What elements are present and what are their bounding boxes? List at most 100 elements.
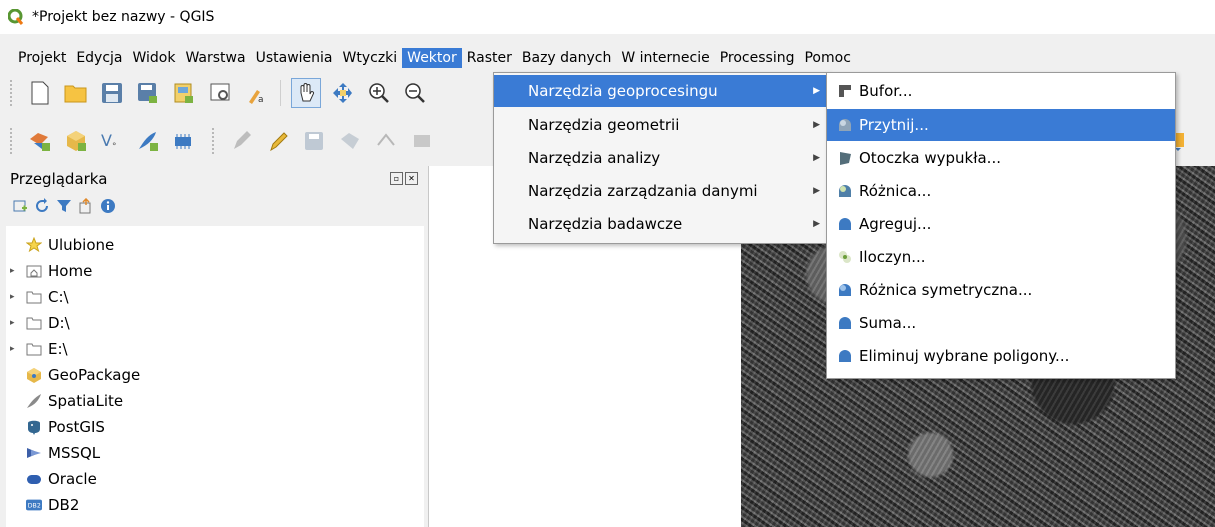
tree-item-mssql[interactable]: MSSQL bbox=[6, 440, 100, 466]
menu-item-data-management-tools[interactable]: Narzędzia zarządzania danymi ▶ bbox=[494, 175, 828, 207]
tree-item-label: DB2 bbox=[48, 496, 80, 514]
geopackage-layer-icon bbox=[67, 131, 86, 151]
tree-item-home[interactable]: ▸ Home bbox=[6, 258, 92, 284]
open-project-button[interactable] bbox=[62, 79, 90, 107]
tree-item-label: GeoPackage bbox=[48, 366, 141, 384]
data-source-manager-button[interactable] bbox=[26, 127, 54, 155]
save-as-button[interactable] bbox=[134, 79, 162, 107]
svg-text:a: a bbox=[258, 95, 264, 104]
save-edits-button[interactable] bbox=[300, 127, 328, 155]
menu-item-convex-hull[interactable]: Otoczka wypukła... bbox=[827, 142, 1175, 174]
new-project-button[interactable] bbox=[26, 79, 54, 107]
tree-item-geopackage[interactable]: GeoPackage bbox=[6, 362, 140, 388]
zoom-in-button[interactable] bbox=[365, 79, 393, 107]
save-edits-icon bbox=[305, 132, 323, 150]
print-layout-icon bbox=[174, 83, 193, 103]
expand-arrow-icon[interactable]: ▸ bbox=[10, 344, 22, 354]
tree-item-e-drive[interactable]: ▸ E:\ bbox=[6, 336, 68, 362]
edit-pencil-icon bbox=[270, 132, 288, 152]
filter-icon[interactable] bbox=[56, 198, 72, 214]
menu-item-buffer[interactable]: Bufor... bbox=[827, 75, 1175, 107]
menu-raster[interactable]: Raster bbox=[462, 48, 517, 68]
submenu-arrow-icon: ▶ bbox=[813, 120, 820, 130]
vertex-tool-icon bbox=[377, 133, 395, 146]
expand-arrow-icon[interactable]: ▸ bbox=[10, 292, 22, 302]
menu-widok[interactable]: Widok bbox=[128, 48, 181, 68]
add-layer-icon[interactable] bbox=[12, 198, 28, 214]
spatialite-layer-icon bbox=[139, 132, 158, 151]
tree-item-ulubione[interactable]: Ulubione bbox=[6, 232, 114, 258]
info-icon[interactable] bbox=[100, 198, 116, 214]
geoprocessing-submenu: Bufor... Przytnij... Otoczka wypukła... … bbox=[826, 72, 1176, 379]
geopackage-icon bbox=[26, 367, 42, 383]
tree-item-d-drive[interactable]: ▸ D:\ bbox=[6, 310, 70, 336]
tree-item-c-drive[interactable]: ▸ C:\ bbox=[6, 284, 69, 310]
new-spatialite-layer-button[interactable] bbox=[134, 127, 162, 155]
vertex-tool-button[interactable] bbox=[372, 127, 400, 155]
menu-bazy-danych[interactable]: Bazy danych bbox=[517, 48, 616, 68]
vector-menu: Narzędzia geoprocesingu ▶ Narzędzia geom… bbox=[493, 72, 829, 244]
menu-item-analysis-tools[interactable]: Narzędzia analizy ▶ bbox=[494, 142, 828, 174]
pan-to-selection-icon bbox=[333, 83, 352, 103]
qgis-logo-icon bbox=[8, 9, 24, 25]
pan-tool-button[interactable] bbox=[291, 78, 321, 108]
toolbar-grip[interactable] bbox=[10, 128, 16, 154]
toolbar-separator bbox=[280, 80, 281, 106]
menu-w-internecie[interactable]: W internecie bbox=[616, 48, 714, 68]
save-icon bbox=[102, 83, 122, 103]
menu-pomoc[interactable]: Pomoc bbox=[799, 48, 855, 68]
spatialite-icon bbox=[26, 393, 42, 409]
zoom-out-button[interactable] bbox=[401, 79, 429, 107]
menu-edycja[interactable]: Edycja bbox=[71, 48, 127, 68]
current-edits-button[interactable] bbox=[228, 127, 256, 155]
new-geopackage-layer-button[interactable] bbox=[62, 127, 90, 155]
tree-item-spatialite[interactable]: SpatiaLite bbox=[6, 388, 123, 414]
menu-item-geometry-tools[interactable]: Narzędzia geometrii ▶ bbox=[494, 109, 828, 141]
style-manager-button[interactable]: a bbox=[242, 79, 270, 107]
clip-icon bbox=[837, 117, 853, 133]
float-panel-icon[interactable]: ▫ bbox=[390, 172, 403, 185]
menu-item-symmetrical-difference[interactable]: Różnica symetryczna... bbox=[827, 274, 1175, 306]
collapse-all-icon[interactable] bbox=[78, 198, 94, 214]
pan-hand-icon bbox=[300, 83, 315, 102]
menu-warstwa[interactable]: Warstwa bbox=[180, 48, 250, 68]
more-edit-tools-button[interactable] bbox=[408, 127, 436, 155]
submenu-arrow-icon: ▶ bbox=[813, 86, 820, 96]
mssql-icon bbox=[26, 445, 42, 461]
expand-arrow-icon[interactable]: ▸ bbox=[10, 266, 22, 276]
menu-item-difference[interactable]: Różnica... bbox=[827, 175, 1175, 207]
convex-hull-icon bbox=[837, 150, 853, 166]
menu-ustawienia[interactable]: Ustawienia bbox=[251, 48, 338, 68]
intersection-icon bbox=[837, 249, 853, 265]
union-icon bbox=[837, 315, 853, 331]
menu-item-research-tools[interactable]: Narzędzia badawcze ▶ bbox=[494, 208, 828, 240]
tree-item-oracle[interactable]: Oracle bbox=[6, 466, 97, 492]
menu-item-union[interactable]: Suma... bbox=[827, 307, 1175, 339]
menu-item-geoprocessing-tools[interactable]: Narzędzia geoprocesingu ▶ bbox=[494, 75, 828, 107]
expand-arrow-icon[interactable]: ▸ bbox=[10, 318, 22, 328]
menu-item-intersection[interactable]: Iloczyn... bbox=[827, 241, 1175, 273]
menu-projekt[interactable]: Projekt bbox=[13, 48, 71, 68]
layout-manager-button[interactable] bbox=[206, 79, 234, 107]
menu-wtyczki[interactable]: Wtyczki bbox=[338, 48, 403, 68]
menu-wektor[interactable]: Wektor bbox=[402, 48, 462, 68]
tree-item-db2[interactable]: DB2 DB2 bbox=[6, 492, 79, 518]
menu-item-clip[interactable]: Przytnij... bbox=[827, 109, 1175, 141]
toolbar-grip[interactable] bbox=[212, 128, 218, 154]
close-panel-icon[interactable]: ✕ bbox=[405, 172, 418, 185]
add-feature-button[interactable] bbox=[336, 127, 364, 155]
menu-item-dissolve[interactable]: Agreguj... bbox=[827, 208, 1175, 240]
toggle-editing-button[interactable] bbox=[264, 127, 292, 155]
new-print-layout-button[interactable] bbox=[170, 79, 198, 107]
tree-item-postgis[interactable]: PostGIS bbox=[6, 414, 105, 440]
menu-processing[interactable]: Processing bbox=[715, 48, 800, 68]
add-polygon-icon bbox=[341, 133, 359, 149]
menu-item-eliminate-polygons[interactable]: Eliminuj wybrane poligony... bbox=[827, 340, 1175, 372]
toolbar-grip[interactable] bbox=[10, 80, 16, 106]
save-project-button[interactable] bbox=[98, 79, 126, 107]
add-delimited-text-button[interactable]: V ° bbox=[98, 127, 126, 155]
pan-to-selection-button[interactable] bbox=[329, 79, 357, 107]
refresh-icon[interactable] bbox=[34, 198, 50, 214]
star-icon bbox=[26, 237, 42, 253]
new-memory-layer-button[interactable] bbox=[170, 127, 198, 155]
